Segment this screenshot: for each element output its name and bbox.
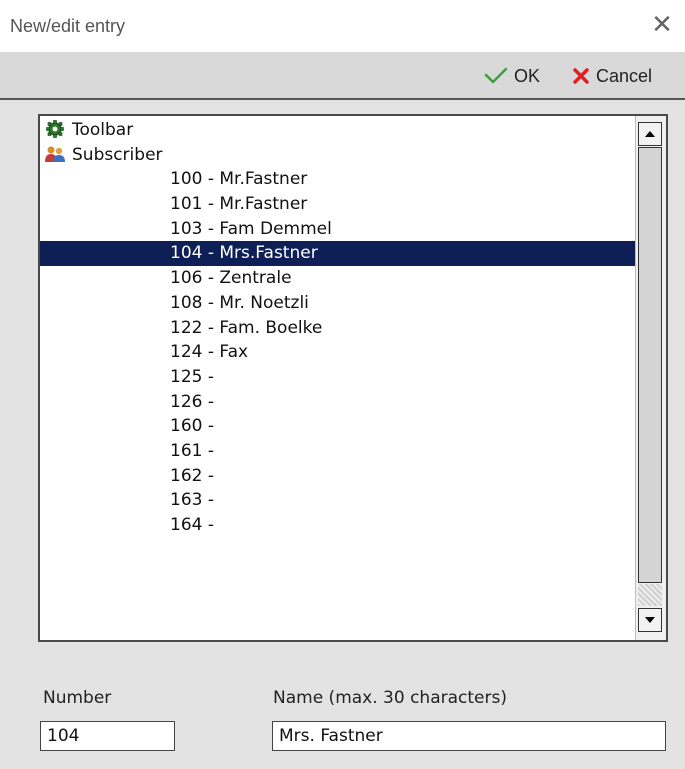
list-item[interactable]: 101 - Mr.Fastner [40,192,636,217]
users-icon [44,145,66,163]
list-category-label: Subscriber [72,144,163,165]
entry-listbox[interactable]: Toolbar Subscriber 100 - Mr.Fastner 101 - M… [38,114,668,642]
arrow-up-icon [645,131,655,137]
cancel-button[interactable]: Cancel [572,63,652,89]
list-category-label: Toolbar [72,120,134,140]
number-label: Number [43,688,112,708]
list-item[interactable]: 126 - [40,390,636,415]
list-item[interactable]: 124 - Fax [40,340,636,365]
list-category-subscriber[interactable]: Subscriber [40,143,636,168]
toolbar-gear-icon [44,120,66,138]
list-item[interactable]: 100 - Mr.Fastner [40,167,636,192]
list-category-toolbar[interactable]: Toolbar [40,118,636,143]
list-item[interactable]: 103 - Fam Demmel [40,217,636,242]
list-item[interactable]: 160 - [40,414,636,439]
window-title: New/edit entry [10,16,126,36]
entry-list: Toolbar Subscriber 100 - Mr.Fastner 101 - M… [40,118,636,538]
list-item[interactable]: 106 - Zentrale [40,266,636,291]
list-item[interactable]: 108 - Mr. Noetzli [40,291,636,316]
list-item[interactable]: 164 - [40,513,636,538]
scroll-up-button[interactable] [638,122,662,146]
ok-label: OK [514,65,541,86]
title-bar: New/edit entry ✕ [0,0,685,53]
scroll-thumb[interactable] [638,147,662,583]
close-icon[interactable]: ✕ [647,10,677,40]
ok-button[interactable]: OK [484,63,540,89]
arrow-down-icon [645,617,655,623]
x-icon [572,67,590,85]
cancel-label: Cancel [596,65,653,86]
scroll-down-button[interactable] [638,608,662,632]
scroll-track[interactable] [638,584,662,606]
list-item[interactable]: 161 - [40,439,636,464]
name-field[interactable] [272,721,666,751]
list-item[interactable]: 122 - Fam. Boelke [40,316,636,341]
vertical-scrollbar[interactable] [635,116,666,640]
list-item[interactable]: 125 - [40,365,636,390]
list-item[interactable]: 163 - [40,488,636,513]
list-item-selected[interactable]: 104 - Mrs.Fastner [40,241,636,267]
name-label: Name (max. 30 characters) [273,688,507,708]
number-field[interactable] [40,721,175,751]
toolbar: OK Cancel [0,53,685,100]
list-item[interactable]: 162 - [40,464,636,489]
check-icon [484,67,508,85]
